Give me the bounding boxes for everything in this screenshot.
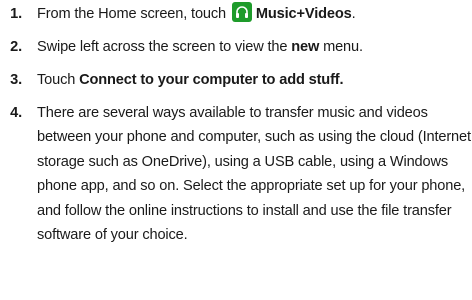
option-name: Connect to your computer to add stuff. <box>79 72 344 88</box>
step-3: 3 Touch Connect to your computer to add … <box>0 68 472 92</box>
step-number: 4 <box>0 101 22 125</box>
step-text-end: . <box>351 6 356 22</box>
instruction-steps: 1 From the Home screen, touch Music+Vide… <box>0 0 472 247</box>
app-name: Music+Videos <box>255 6 352 22</box>
menu-name: new <box>291 39 320 55</box>
step-number: 1 <box>0 2 22 26</box>
step-text-end: menu. <box>319 39 363 55</box>
step-number: 2 <box>0 35 22 59</box>
step-text: There are several ways available to tran… <box>37 105 471 244</box>
headphones-icon <box>231 2 252 22</box>
step-1: 1 From the Home screen, touch Music+Vide… <box>0 2 472 26</box>
step-number: 3 <box>0 68 22 92</box>
step-text: From the Home screen, touch <box>37 6 230 22</box>
step-2: 2 Swipe left across the screen to view t… <box>0 35 472 59</box>
step-text: Swipe left across the screen to view the <box>37 39 292 55</box>
step-4: 4 There are several ways available to tr… <box>0 101 472 247</box>
step-text: Touch <box>37 72 80 88</box>
